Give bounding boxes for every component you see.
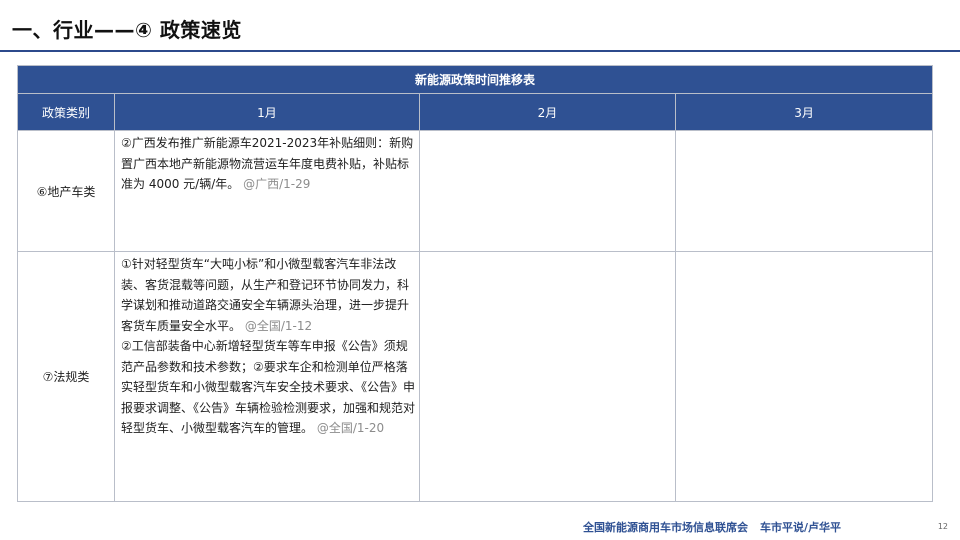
column-header-feb: 2月 (419, 93, 676, 131)
cell-feb (419, 251, 676, 502)
cell-mar (674, 251, 934, 502)
cell-feb (419, 130, 676, 252)
column-header-category: 政策类别 (17, 93, 115, 131)
table-row: ⑥地产车类 ②广西发布推广新能源车2021-2023年补贴细则：新购置广西本地产… (17, 130, 934, 252)
footer-org: 全国新能源商用车市场信息联席会 (583, 521, 748, 534)
policy-timeline-table: 新能源政策时间推移表 政策类别 1月 2月 3月 ⑥地产车类 ②广西发布推广新能… (16, 65, 934, 502)
table-caption: 新能源政策时间推移表 (16, 65, 934, 94)
table-row: ⑦法规类 ①针对轻型货车“大吨小标”和小微型载客汽车非法改装、客货混载等问题，从… (17, 251, 934, 502)
cell-jan: ①针对轻型货车“大吨小标”和小微型载客汽车非法改装、客货混载等问题，从生产和登记… (114, 251, 420, 502)
page-title: 一、行业——④ 政策速览 (12, 18, 242, 42)
policy-entry: ①针对轻型货车“大吨小标”和小微型载客汽车非法改装、客货混载等问题，从生产和登记… (121, 254, 415, 336)
cell-jan: ②广西发布推广新能源车2021-2023年补贴细则：新购置广西本地产新能源物流营… (114, 130, 420, 252)
column-header-mar: 3月 (674, 93, 934, 131)
footer-credit: 全国新能源商用车市场信息联席会 车市平说/卢华平 (583, 519, 841, 535)
title-divider (0, 50, 960, 52)
policy-source: @全国/1-20 (316, 421, 385, 435)
page-number: 12 (937, 522, 948, 531)
footer-author: 车市平说/卢华平 (760, 521, 842, 534)
table-header-row: 政策类别 1月 2月 3月 (17, 93, 934, 131)
column-header-jan: 1月 (114, 93, 420, 131)
row-category: ⑦法规类 (17, 251, 115, 502)
row-category: ⑥地产车类 (17, 130, 115, 252)
policy-source: @广西/1-29 (243, 177, 311, 191)
policy-source: @全国/1-12 (244, 318, 313, 333)
policy-entry: ②广西发布推广新能源车2021-2023年补贴细则：新购置广西本地产新能源物流营… (121, 133, 415, 195)
policy-entry: ②工信部装备中心新增轻型货车等车申报《公告》须规范产品参数和技术参数；②要求车企… (121, 336, 415, 439)
cell-mar (674, 130, 934, 252)
